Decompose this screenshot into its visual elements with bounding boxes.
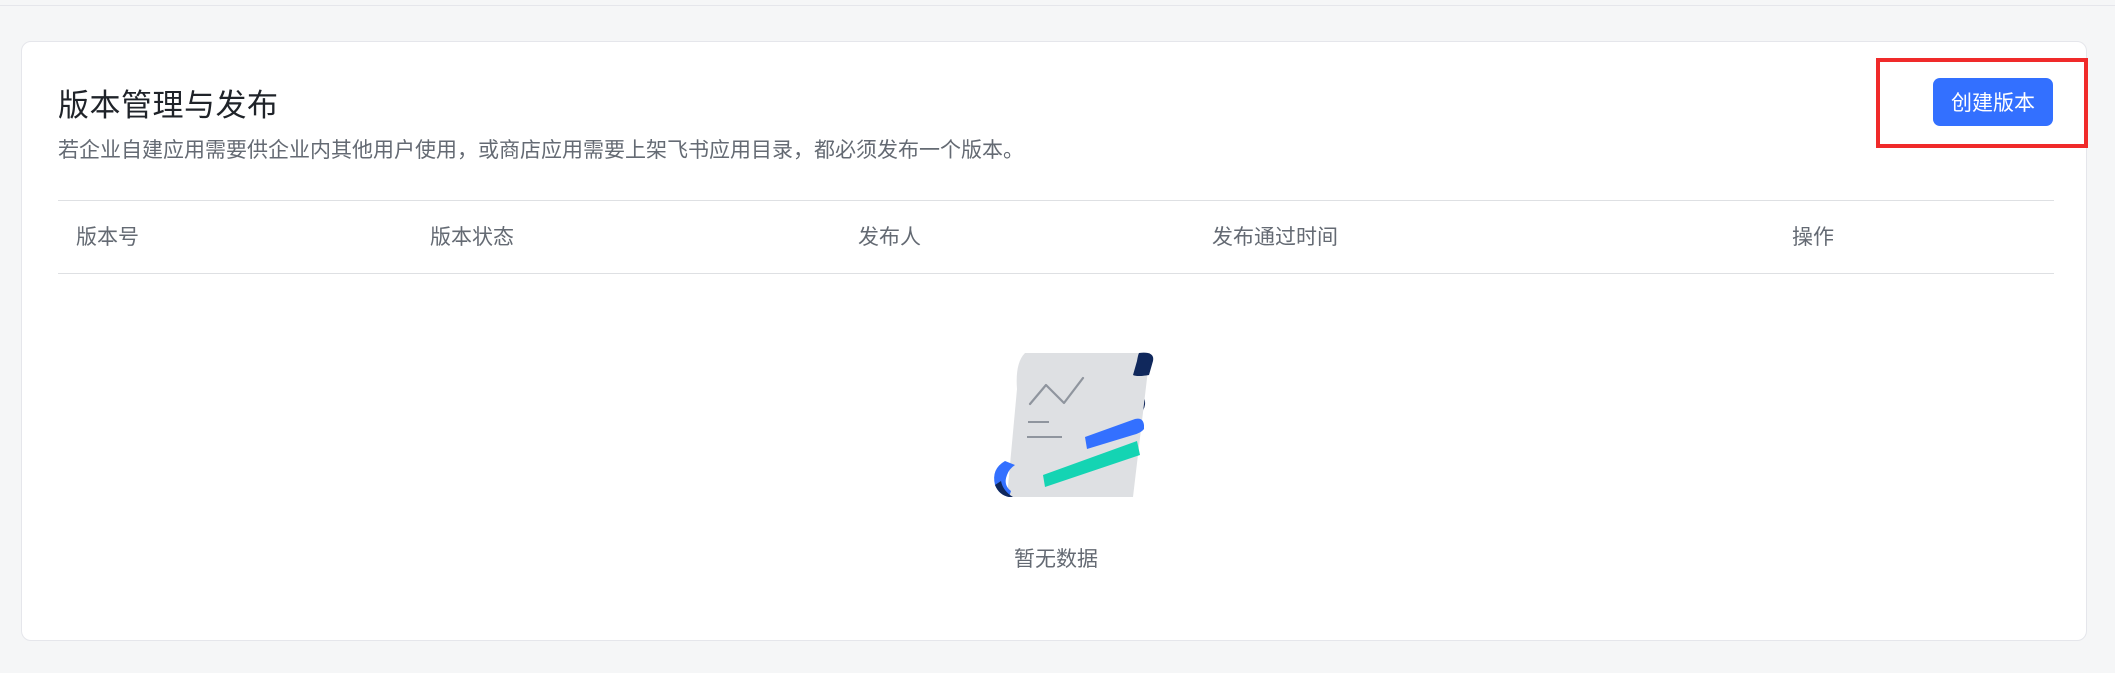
page-description: 若企业自建应用需要供企业内其他用户使用，或商店应用需要上架飞书应用目录，都必须发… [58,138,1024,162]
empty-state-text: 暂无数据 [1014,547,1098,571]
column-header-publisher[interactable]: 发布人 [858,201,921,273]
empty-document-icon [994,352,1154,497]
top-bar-divider [0,0,2115,6]
empty-state: 暂无数据 [58,273,2054,673]
column-header-actions[interactable]: 操作 [1792,201,1834,273]
column-header-publish-time[interactable]: 发布通过时间 [1212,201,1338,273]
version-management-card: 版本管理与发布 若企业自建应用需要供企业内其他用户使用，或商店应用需要上架飞书应… [21,41,2087,641]
page-title: 版本管理与发布 [58,88,279,124]
version-table: 版本号 版本状态 发布人 发布通过时间 操作 暂无数据 [58,200,2054,571]
highlight-annotation-box [1876,58,2088,148]
column-header-version-number[interactable]: 版本号 [76,201,139,273]
column-header-version-status[interactable]: 版本状态 [430,201,514,273]
table-header-row: 版本号 版本状态 发布人 发布通过时间 操作 [58,200,2054,274]
